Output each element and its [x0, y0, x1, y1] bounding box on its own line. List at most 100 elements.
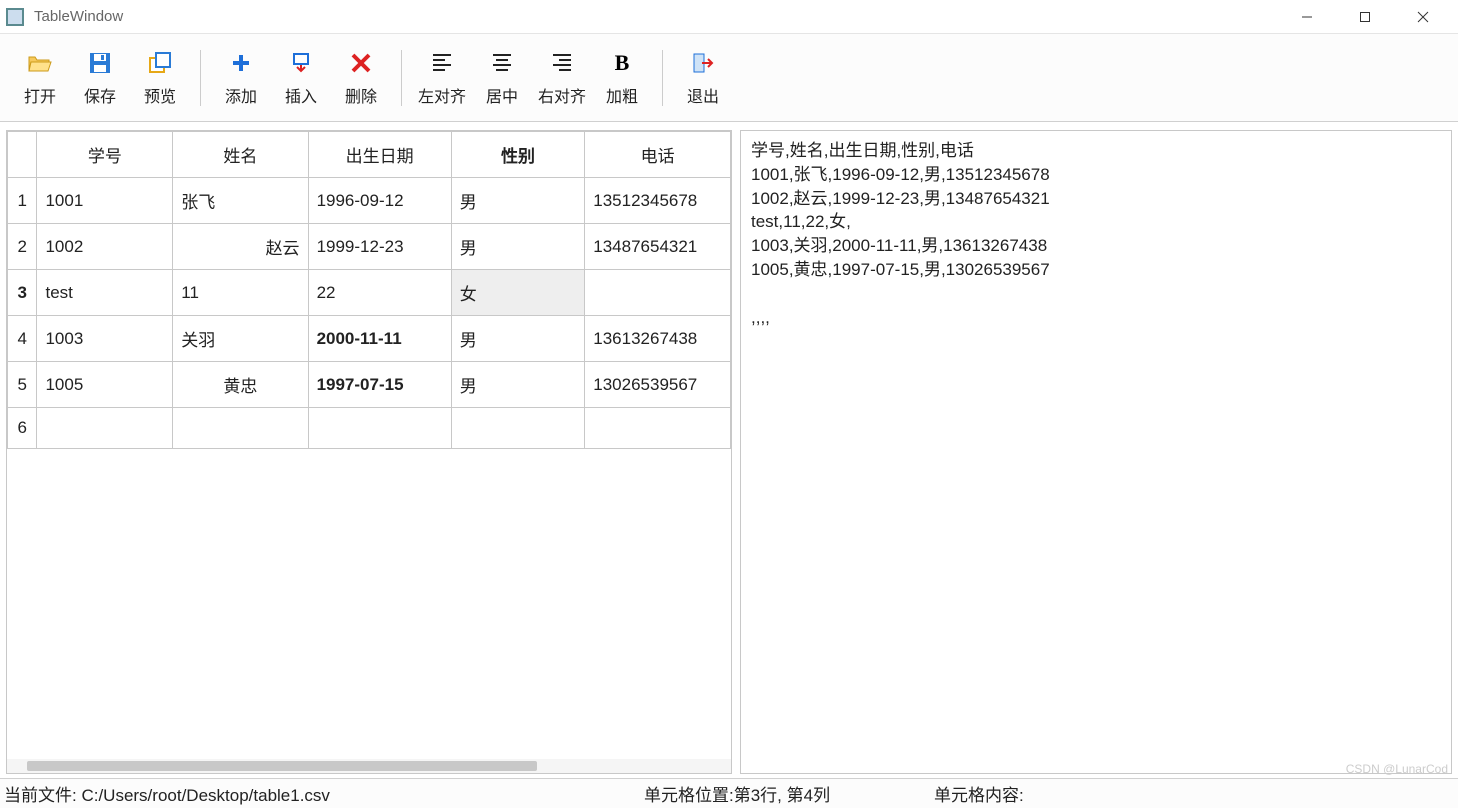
scrollbar-thumb[interactable]	[27, 761, 537, 771]
close-icon	[1417, 11, 1429, 23]
table-cell[interactable]: 男	[451, 362, 585, 408]
row-number[interactable]: 4	[8, 316, 37, 362]
minimize-icon	[1301, 11, 1313, 23]
align-right-icon	[553, 49, 571, 77]
exit-label: 退出	[687, 83, 719, 107]
table-scroll[interactable]: 学号姓名出生日期性别电话 11001张飞1996-09-12男135123456…	[7, 131, 731, 759]
table-cell[interactable]: 13026539567	[585, 362, 731, 408]
table-cell[interactable]: 男	[451, 224, 585, 270]
add-button[interactable]: 添加	[211, 42, 271, 114]
table-cell[interactable]: 11	[173, 270, 308, 316]
preview-label: 预览	[144, 83, 176, 107]
minimize-button[interactable]	[1278, 2, 1336, 32]
window-controls	[1278, 2, 1452, 32]
preview-button[interactable]: 预览	[130, 42, 190, 114]
table-cell[interactable]: 黄忠	[173, 362, 308, 408]
column-header[interactable]: 出生日期	[308, 132, 451, 178]
save-button[interactable]: 保存	[70, 42, 130, 114]
align-center-button[interactable]: 居中	[472, 42, 532, 114]
table-row: 3test1122女	[8, 270, 731, 316]
align-center-label: 居中	[486, 83, 518, 107]
table-cell[interactable]: 22	[308, 270, 451, 316]
column-header[interactable]: 性别	[451, 132, 585, 178]
app-icon	[6, 8, 24, 26]
bold-icon: B	[615, 49, 630, 77]
add-label: 添加	[225, 83, 257, 107]
close-button[interactable]	[1394, 2, 1452, 32]
window-title: TableWindow	[34, 8, 1278, 25]
open-button[interactable]: 打开	[10, 42, 70, 114]
table-cell[interactable]: 张飞	[173, 178, 308, 224]
plus-icon	[231, 49, 251, 77]
exit-icon	[692, 49, 714, 77]
folder-open-icon	[27, 49, 53, 77]
table-cell[interactable]: 1999-12-23	[308, 224, 451, 270]
horizontal-scrollbar[interactable]	[7, 759, 731, 773]
row-number[interactable]: 6	[8, 408, 37, 449]
table-cell[interactable]: 13512345678	[585, 178, 731, 224]
toolbar-separator	[662, 50, 663, 106]
table-cell[interactable]	[451, 408, 585, 449]
align-left-icon	[433, 49, 451, 77]
align-left-label: 左对齐	[418, 83, 466, 107]
table-cell[interactable]: 男	[451, 178, 585, 224]
delete-label: 删除	[345, 83, 377, 107]
table-row: 11001张飞1996-09-12男13512345678	[8, 178, 731, 224]
save-icon	[89, 49, 111, 77]
table-cell[interactable]: 1003	[37, 316, 173, 362]
table-cell[interactable]: 赵云	[173, 224, 308, 270]
table-row: 41003关羽2000-11-11男13613267438	[8, 316, 731, 362]
table-cell[interactable]	[173, 408, 308, 449]
row-number[interactable]: 2	[8, 224, 37, 270]
column-header[interactable]: 姓名	[173, 132, 308, 178]
insert-button[interactable]: 插入	[271, 42, 331, 114]
status-bar: 当前文件: C:/Users/root/Desktop/table1.csv 单…	[0, 778, 1458, 808]
row-number[interactable]: 5	[8, 362, 37, 408]
data-table[interactable]: 学号姓名出生日期性别电话 11001张飞1996-09-12男135123456…	[7, 131, 731, 449]
titlebar: TableWindow	[0, 0, 1458, 34]
table-cell[interactable]: 2000-11-11	[308, 316, 451, 362]
table-cell[interactable]: 关羽	[173, 316, 308, 362]
table-cell[interactable]: 1997-07-15	[308, 362, 451, 408]
maximize-button[interactable]	[1336, 2, 1394, 32]
align-left-button[interactable]: 左对齐	[412, 42, 472, 114]
watermark: CSDN @LunarCod	[1346, 762, 1448, 776]
table-panel: 学号姓名出生日期性别电话 11001张飞1996-09-12男135123456…	[6, 130, 732, 774]
table-row: 21002赵云1999-12-23男13487654321	[8, 224, 731, 270]
row-number[interactable]: 1	[8, 178, 37, 224]
delete-button[interactable]: 删除	[331, 42, 391, 114]
table-cell[interactable]: 女	[451, 270, 585, 316]
insert-label: 插入	[285, 83, 317, 107]
column-header[interactable]: 学号	[37, 132, 173, 178]
table-cell[interactable]: 13487654321	[585, 224, 731, 270]
table-row: 51005黄忠1997-07-15男13026539567	[8, 362, 731, 408]
table-cell[interactable]: 1005	[37, 362, 173, 408]
align-right-button[interactable]: 右对齐	[532, 42, 592, 114]
row-number[interactable]: 3	[8, 270, 37, 316]
status-content: 单元格内容:	[934, 781, 1454, 806]
table-cell[interactable]: 13613267438	[585, 316, 731, 362]
toolbar: 打开 保存 预览 添加 插入 删除 左对齐	[0, 34, 1458, 122]
exit-button[interactable]: 退出	[673, 42, 733, 114]
header-corner[interactable]	[8, 132, 37, 178]
toolbar-separator	[401, 50, 402, 106]
table-cell[interactable]	[585, 408, 731, 449]
bold-button[interactable]: B 加粗	[592, 42, 652, 114]
csv-preview-pane[interactable]: 学号,姓名,出生日期,性别,电话 1001,张飞,1996-09-12,男,13…	[740, 130, 1452, 774]
table-cell[interactable]	[37, 408, 173, 449]
table-cell[interactable]	[308, 408, 451, 449]
table-cell[interactable]: test	[37, 270, 173, 316]
table-cell[interactable]: 1002	[37, 224, 173, 270]
align-right-label: 右对齐	[538, 83, 586, 107]
insert-icon	[290, 49, 312, 77]
bold-label: 加粗	[606, 83, 638, 107]
column-header[interactable]: 电话	[585, 132, 731, 178]
toolbar-separator	[200, 50, 201, 106]
table-cell[interactable]: 1001	[37, 178, 173, 224]
table-cell[interactable]	[585, 270, 731, 316]
status-position: 单元格位置:第3行, 第4列	[644, 781, 934, 806]
table-cell[interactable]: 男	[451, 316, 585, 362]
delete-icon	[351, 49, 371, 77]
table-cell[interactable]: 1996-09-12	[308, 178, 451, 224]
maximize-icon	[1359, 11, 1371, 23]
